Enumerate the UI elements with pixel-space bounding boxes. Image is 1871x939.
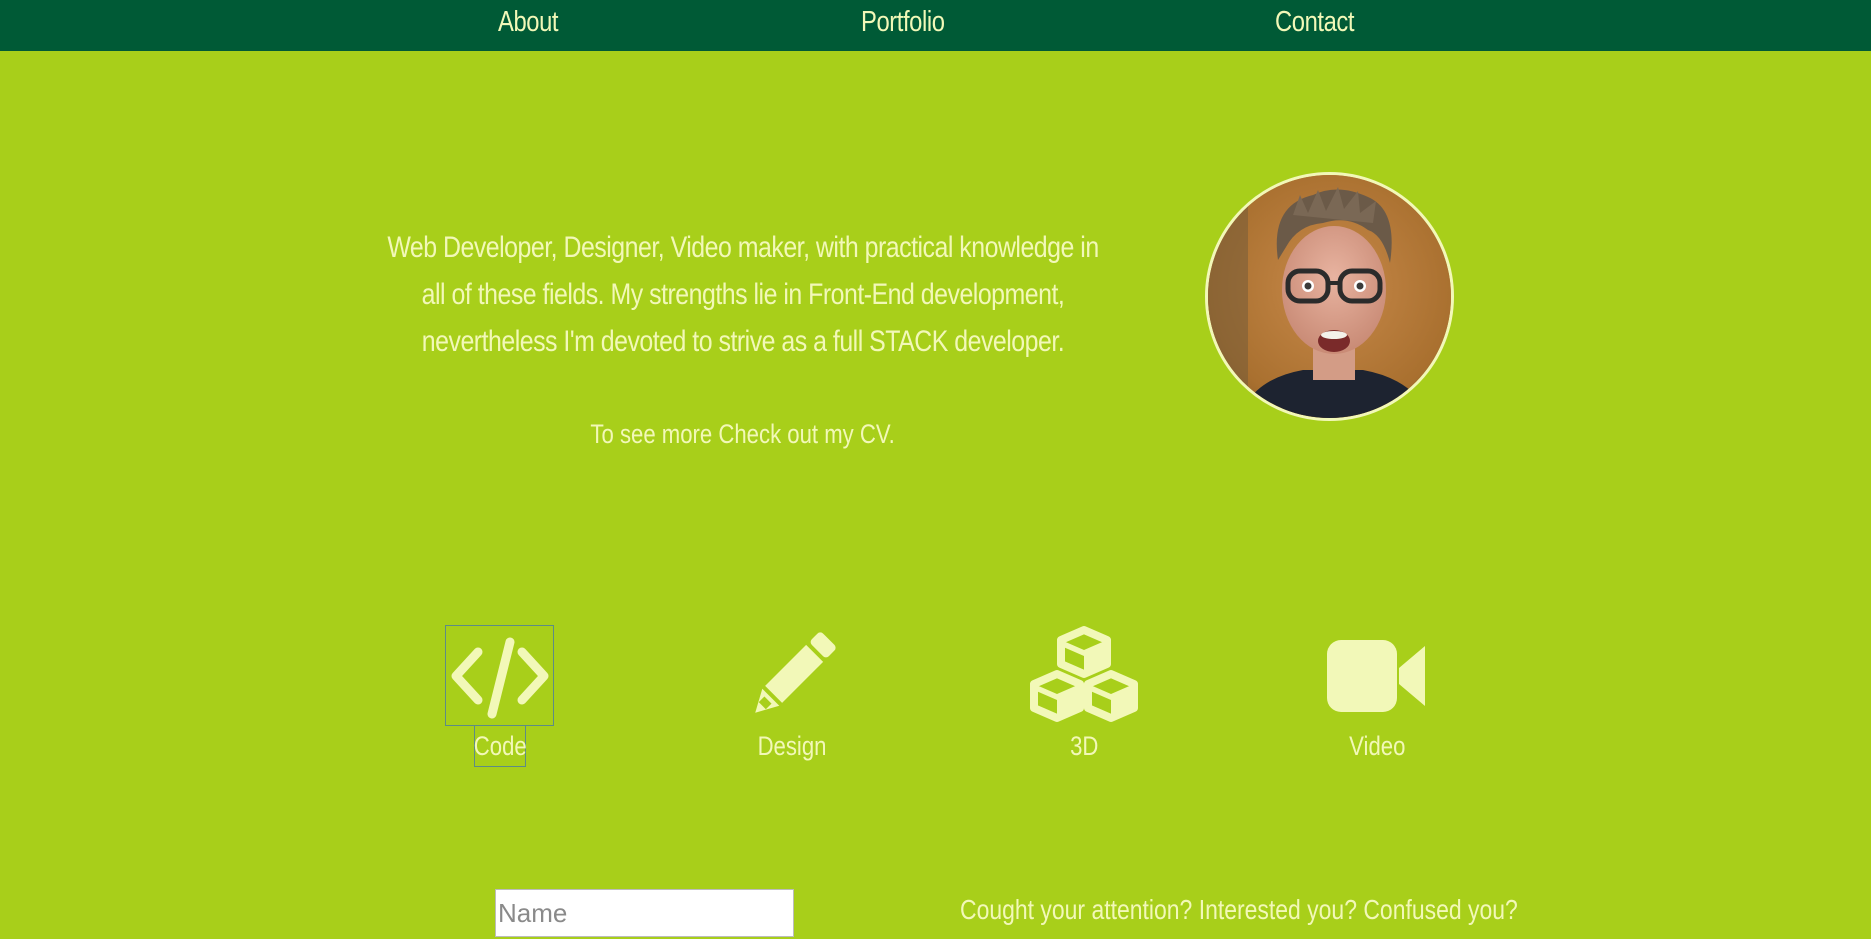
cubes-icon bbox=[1030, 626, 1138, 722]
skill-3d[interactable]: 3D bbox=[1004, 624, 1164, 764]
skill-design[interactable]: Design bbox=[712, 624, 872, 764]
skill-label-code: Code bbox=[473, 731, 527, 761]
top-navigation: About Portfolio Contact bbox=[0, 0, 1871, 51]
pencil-icon bbox=[755, 632, 836, 713]
video-camera-icon bbox=[1327, 640, 1425, 712]
nav-link-contact[interactable]: Contact bbox=[1275, 2, 1355, 46]
contact-tagline: Cought your attention? Interested you? C… bbox=[960, 890, 1540, 930]
name-input[interactable] bbox=[495, 889, 794, 937]
profile-photo bbox=[1205, 172, 1454, 421]
cv-link-text[interactable]: To see more Check out my CV. bbox=[591, 416, 895, 452]
skill-label-video: Video bbox=[1348, 731, 1406, 761]
bio-text: Web Developer, Designer, Video maker, wi… bbox=[387, 231, 1099, 358]
nav-link-portfolio[interactable]: Portfolio bbox=[861, 2, 945, 46]
nav-link-about[interactable]: About bbox=[498, 2, 559, 46]
code-icon bbox=[451, 637, 549, 719]
skill-code[interactable]: Code bbox=[420, 624, 580, 764]
skill-label-design: Design bbox=[757, 731, 827, 761]
intro-text-block: Web Developer, Designer, Video maker, wi… bbox=[380, 224, 1105, 365]
cv-link-line[interactable]: To see more Check out my CV. bbox=[500, 416, 986, 452]
profile-portrait-illustration bbox=[1208, 175, 1451, 418]
contact-tagline-text: Cought your attention? Interested you? C… bbox=[960, 894, 1518, 925]
skill-video[interactable]: Video bbox=[1297, 624, 1457, 764]
skill-label-3d: 3D bbox=[1069, 731, 1099, 761]
